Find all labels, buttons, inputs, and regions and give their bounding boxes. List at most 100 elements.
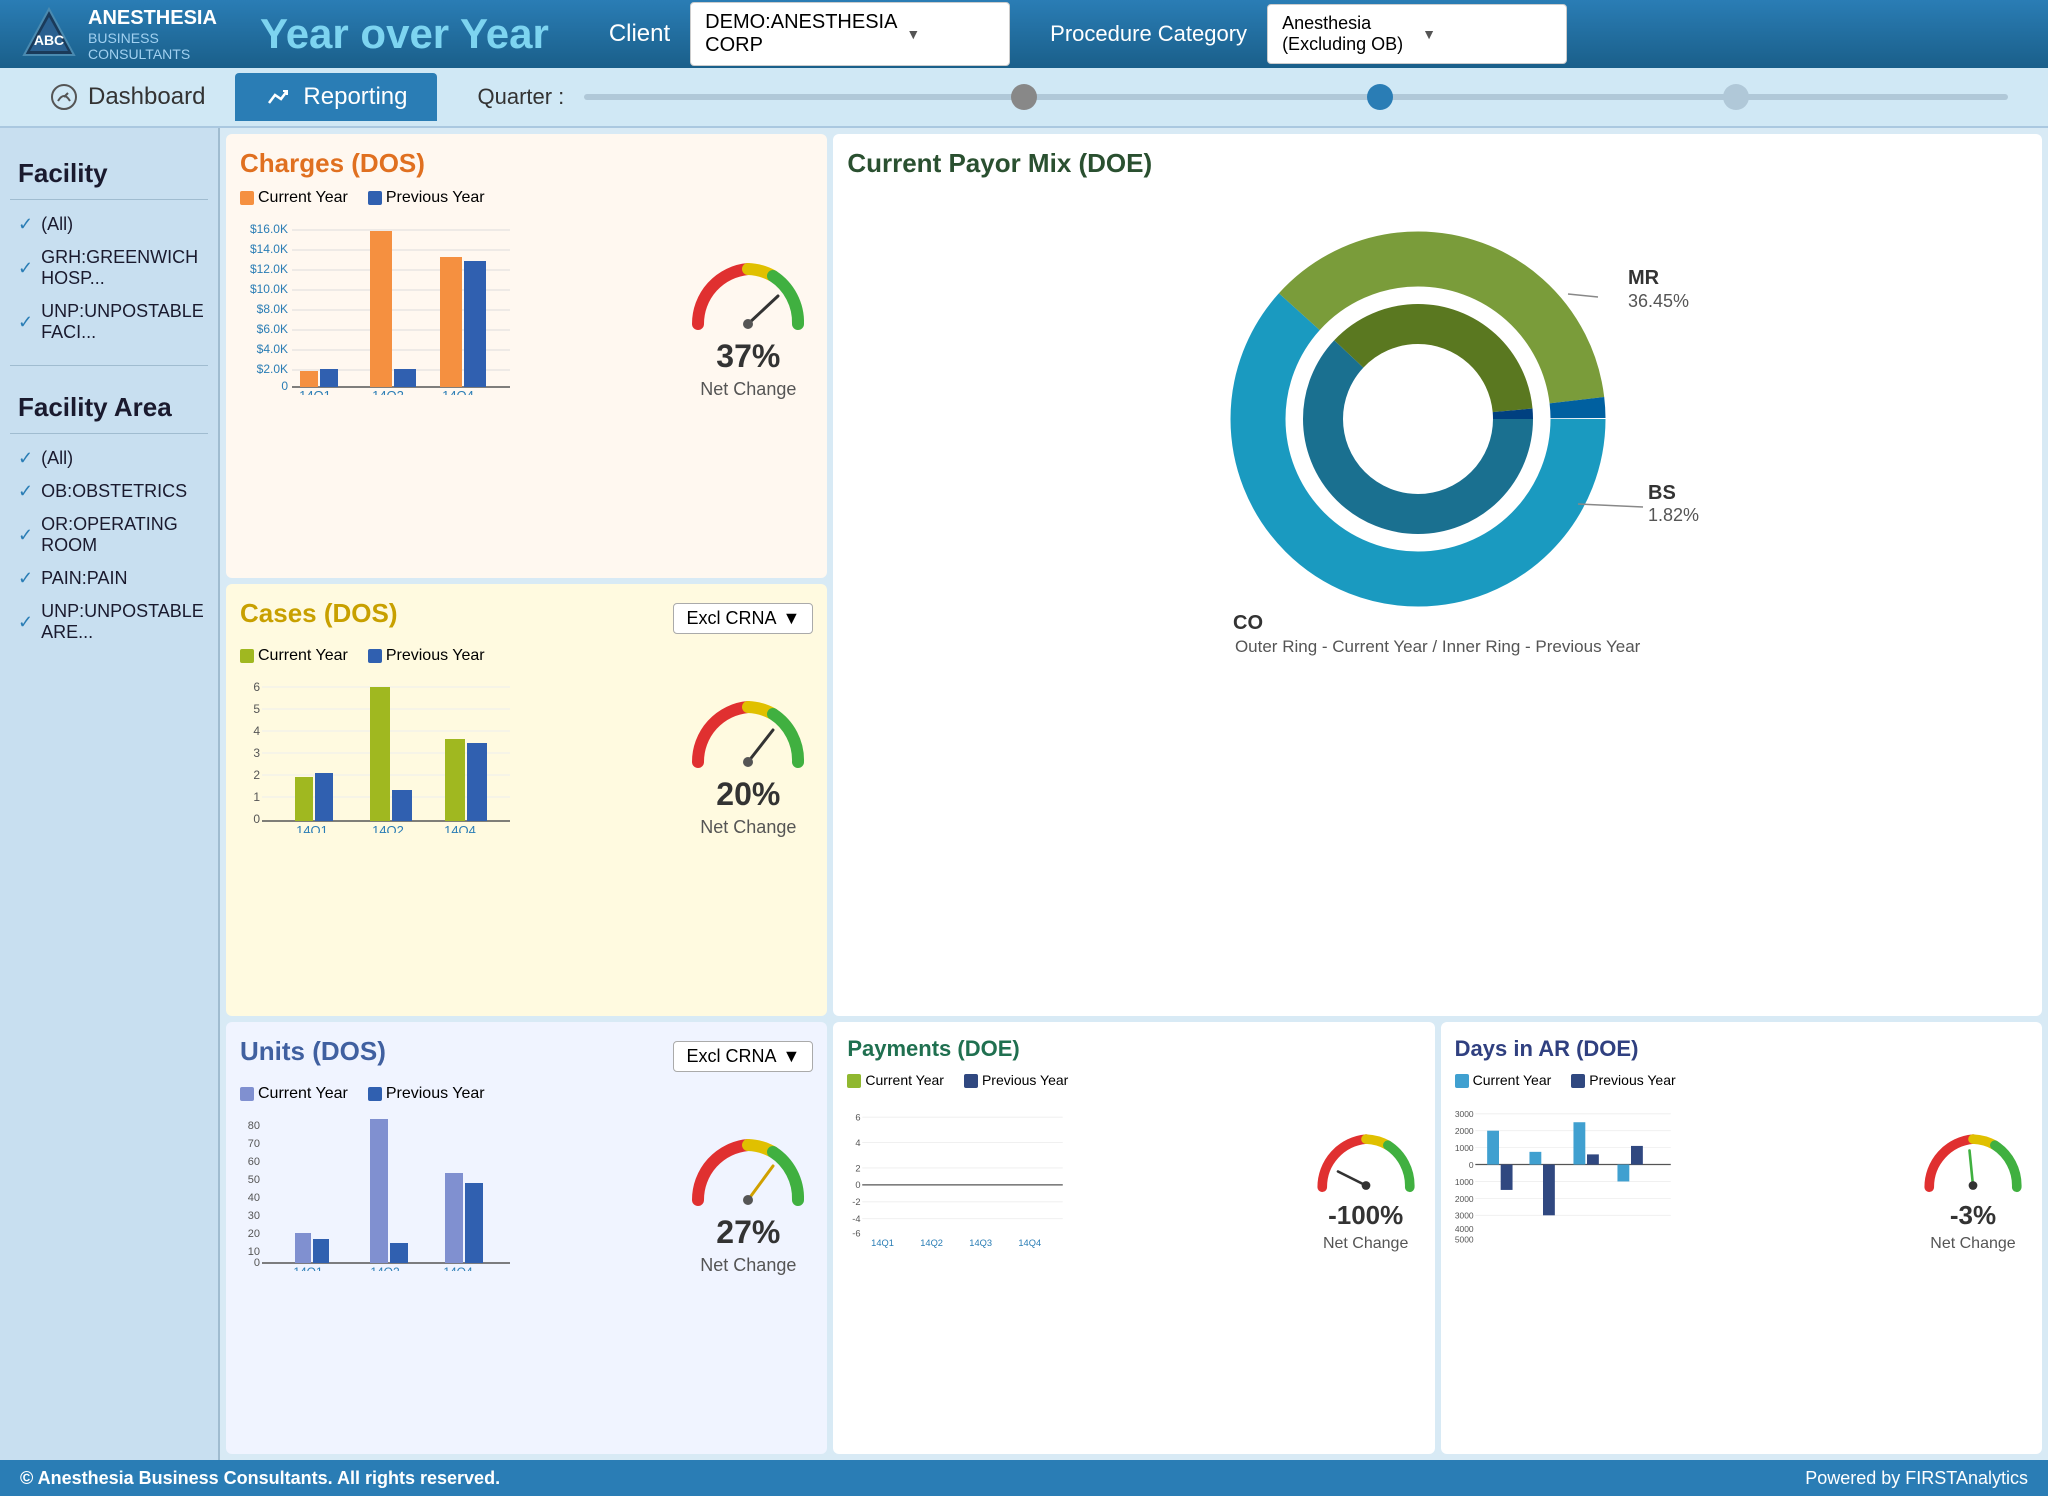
charges-title: Charges (DOS) — [240, 148, 813, 179]
days-ar-chart-row: 3000 2000 1000 0 -1000 -2000 -3000 -4000… — [1455, 1098, 2028, 1253]
units-svg: 80 70 60 50 40 30 20 10 0 — [240, 1111, 520, 1271]
svg-text:14Q2: 14Q2 — [372, 388, 404, 395]
cases-gauge-label: Net Change — [700, 817, 796, 838]
days-ar-bar-chart: 3000 2000 1000 0 -1000 -2000 -3000 -4000… — [1455, 1098, 1908, 1253]
svg-text:14Q2: 14Q2 — [370, 1265, 400, 1271]
svg-text:0: 0 — [253, 812, 260, 826]
payor-chart-area: MR 36.45% BS 1.82% CO 61.74% Outer Ring … — [847, 189, 2028, 657]
sidebar-item-area-unp[interactable]: ✓ UNP:UNPOSTABLE ARE... — [10, 595, 208, 649]
quarter-label: Quarter : — [477, 84, 564, 110]
payments-gauge-label: Net Change — [1323, 1235, 1408, 1253]
tab-dashboard[interactable]: Dashboard — [20, 73, 235, 121]
days-ar-gauge-pct: -3% — [1950, 1200, 1996, 1231]
svg-text:$10.0K: $10.0K — [250, 282, 288, 296]
proc-dropdown-chevron: ▼ — [1422, 26, 1552, 42]
check-icon: ✓ — [18, 214, 33, 235]
svg-text:40: 40 — [248, 1192, 260, 1204]
cases-excl-button[interactable]: Excl CRNA ▼ — [673, 603, 813, 634]
svg-text:60: 60 — [248, 1156, 260, 1168]
cases-bar-chart: 6 5 4 3 2 1 0 — [240, 673, 673, 838]
quarter-slider[interactable] — [564, 94, 2028, 100]
svg-text:1.82%: 1.82% — [1648, 505, 1699, 525]
svg-text:1: 1 — [253, 790, 260, 804]
charges-gauge: 37% Net Change — [683, 254, 813, 400]
facility-section-title: Facility — [10, 148, 208, 200]
payments-gauge-svg — [1311, 1126, 1421, 1196]
cases-gauge-pct: 20% — [716, 776, 780, 813]
client-dropdown[interactable]: DEMO:ANESTHESIA CORP ▼ — [690, 2, 1010, 66]
svg-text:$6.0K: $6.0K — [257, 322, 288, 336]
svg-text:3: 3 — [253, 746, 260, 760]
sidebar: Facility ✓ (All) ✓ GRH:GREENWICH HOSP...… — [0, 128, 220, 1460]
svg-text:0: 0 — [254, 1257, 260, 1269]
header: ABC ANESTHESIA BUSINESS CONSULTANTS Year… — [0, 0, 2048, 68]
svg-text:$8.0K: $8.0K — [257, 302, 288, 316]
svg-text:MR: MR — [1628, 267, 1660, 289]
svg-text:0: 0 — [1469, 1160, 1474, 1170]
days-ar-title: Days in AR (DOE) — [1455, 1036, 2028, 1062]
payments-gauge-pct: -100% — [1328, 1200, 1403, 1231]
sidebar-item-area-or[interactable]: ✓ OR:OPERATING ROOM — [10, 508, 208, 562]
svg-text:50: 50 — [248, 1174, 260, 1186]
svg-text:3000: 3000 — [1455, 1109, 1474, 1119]
svg-text:-3000: -3000 — [1455, 1211, 1474, 1221]
svg-text:14Q2: 14Q2 — [372, 823, 404, 833]
svg-text:-4000: -4000 — [1455, 1224, 1474, 1234]
excl-chevron-icon: ▼ — [783, 608, 801, 629]
cases-svg: 6 5 4 3 2 1 0 — [240, 673, 520, 833]
sidebar-item-facility-all[interactable]: ✓ (All) — [10, 208, 208, 241]
cases-card: Cases (DOS) Excl CRNA ▼ Current Year Pre… — [226, 584, 827, 1016]
main-body: Facility ✓ (All) ✓ GRH:GREENWICH HOSP...… — [0, 128, 2048, 1460]
payments-card: Payments (DOE) Current Year Previous Yea… — [833, 1022, 1434, 1454]
cases-gauge: 20% Net Change — [683, 692, 813, 838]
svg-text:$14.0K: $14.0K — [250, 242, 288, 256]
charges-gauge-svg — [683, 254, 813, 334]
slider-thumb-1[interactable] — [1011, 84, 1037, 110]
facility-area-section-title: Facility Area — [10, 382, 208, 434]
sidebar-item-area-ob[interactable]: ✓ OB:OBSTETRICS — [10, 475, 208, 508]
svg-text:4: 4 — [253, 724, 260, 738]
logo-text: ANESTHESIA BUSINESS CONSULTANTS — [88, 7, 217, 62]
svg-text:5: 5 — [253, 702, 260, 716]
payor-ring-note: Outer Ring - Current Year / Inner Ring -… — [1235, 637, 1640, 657]
units-excl-button[interactable]: Excl CRNA ▼ — [673, 1041, 813, 1072]
svg-text:2000: 2000 — [1455, 1126, 1474, 1136]
svg-text:0: 0 — [281, 379, 288, 393]
svg-text:6: 6 — [856, 1113, 861, 1123]
days-ar-gauge-label: Net Change — [1930, 1235, 2015, 1253]
payor-title: Current Payor Mix (DOE) — [847, 148, 2028, 179]
slider-thumb-3[interactable] — [1723, 84, 1749, 110]
page-title: Year over Year — [260, 10, 549, 58]
svg-text:14Q1: 14Q1 — [296, 823, 328, 833]
logo-area: ABC ANESTHESIA BUSINESS CONSULTANTS — [20, 5, 240, 63]
footer: © Anesthesia Business Consultants. All r… — [0, 1460, 2048, 1496]
svg-text:70: 70 — [248, 1138, 260, 1150]
sidebar-item-facility-unp[interactable]: ✓ UNP:UNPOSTABLE FACI... — [10, 295, 208, 349]
svg-text:$16.0K: $16.0K — [250, 222, 288, 236]
svg-text:2: 2 — [253, 768, 260, 782]
payor-donut-svg: MR 36.45% BS 1.82% CO 61.74% — [1138, 189, 1738, 629]
tab-reporting[interactable]: Reporting — [235, 73, 437, 121]
payments-title: Payments (DOE) — [847, 1036, 1420, 1062]
svg-text:BS: BS — [1648, 482, 1676, 504]
sidebar-item-area-pain[interactable]: ✓ PAIN:PAIN — [10, 562, 208, 595]
cases-header: Cases (DOS) Excl CRNA ▼ — [240, 598, 813, 639]
sidebar-item-facility-grh[interactable]: ✓ GRH:GREENWICH HOSP... — [10, 241, 208, 295]
charges-svg: $16.0K $14.0K $12.0K $10.0K $8.0K $6.0K … — [240, 215, 520, 395]
payor-card: Current Payor Mix (DOE) — [833, 134, 2042, 1016]
proc-dropdown[interactable]: Anesthesia (Excluding OB) ▼ — [1267, 4, 1567, 64]
svg-text:80: 80 — [248, 1120, 260, 1132]
svg-text:14Q1: 14Q1 — [299, 388, 331, 395]
svg-text:14Q2: 14Q2 — [921, 1238, 944, 1248]
svg-text:-2: -2 — [853, 1197, 861, 1207]
svg-text:-5000: -5000 — [1455, 1234, 1474, 1244]
svg-text:6: 6 — [253, 680, 260, 694]
days-ar-card: Days in AR (DOE) Current Year Previous Y… — [1441, 1022, 2042, 1454]
svg-text:14Q4: 14Q4 — [443, 1265, 473, 1271]
sidebar-item-area-all[interactable]: ✓ (All) — [10, 442, 208, 475]
units-chart-row: 80 70 60 50 40 30 20 10 0 — [240, 1111, 813, 1276]
charges-legend: Current Year Previous Year — [240, 189, 813, 207]
slider-thumb-2[interactable] — [1367, 84, 1393, 110]
svg-text:30: 30 — [248, 1210, 260, 1222]
payments-gauge: -100% Net Change — [1311, 1126, 1421, 1253]
